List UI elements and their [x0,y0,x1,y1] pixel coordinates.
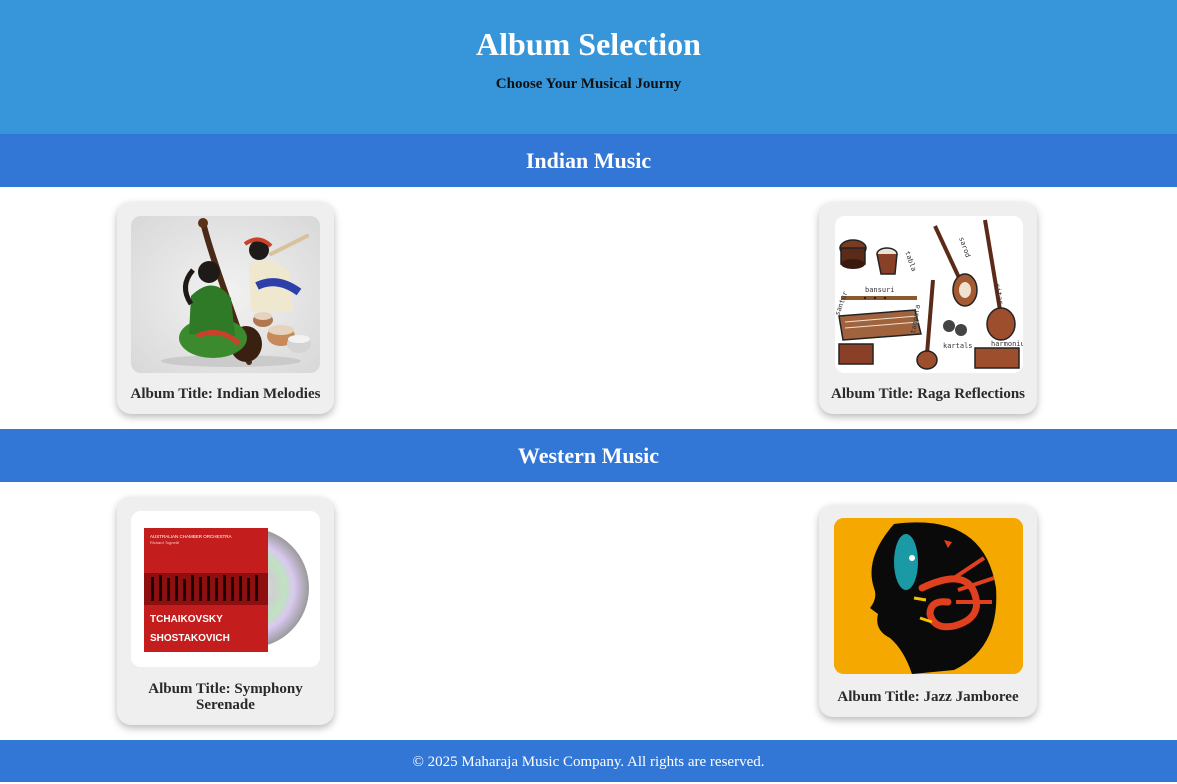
svg-text:AUSTRALIAN CHAMBER ORCHESTRA: AUSTRALIAN CHAMBER ORCHESTRA [150,534,232,539]
svg-text:harmonium: harmonium [991,340,1023,348]
page-subtitle: Choose Your Musical Journy [495,76,682,92]
svg-text:kartals: kartals [943,342,973,350]
album-title-indian-melodies: Album Title: Indian Melodies [130,386,321,402]
album-cover-indian-melodies [131,216,320,373]
album-cover-raga-reflections: tabla sarod sitar bansuri santur tanpura [835,216,1023,373]
album-cover-symphony-serenade: AUSTRALIAN CHAMBER ORCHESTRA Richard Tog… [131,511,320,667]
svg-text:SHOSTAKOVICH: SHOSTAKOVICH [150,633,230,644]
album-title-raga-reflections: Album Title: Raga Reflections [830,386,1026,402]
section-heading-western-music: Western Music [0,429,1177,482]
svg-text:TCHAIKOVSKY: TCHAIKOVSKY [150,614,223,625]
svg-text:Richard Tognetti: Richard Tognetti [150,540,179,545]
copyright-text: © 2025 Maharaja Music Company. All right… [412,754,765,770]
album-card-jazz-jamboree[interactable]: Album Title: Jazz Jamboree [819,505,1037,717]
section-heading-indian-music: Indian Music [0,134,1177,187]
album-card-indian-melodies[interactable]: Album Title: Indian Melodies [117,202,334,414]
album-title-symphony-serenade: Album Title: Symphony Serenade [148,681,303,713]
page-footer: © 2025 Maharaja Music Company. All right… [0,740,1177,782]
svg-text:bansuri: bansuri [865,286,895,294]
album-title-jazz-jamboree: Album Title: Jazz Jamboree [837,689,1019,705]
album-cover-jazz-jamboree [834,518,1023,674]
page-title: Album Selection [476,26,701,62]
page-header: Album Selection Choose Your Musical Jour… [0,0,1177,134]
album-card-raga-reflections[interactable]: tabla sarod sitar bansuri santur tanpura [819,202,1037,414]
album-card-symphony-serenade[interactable]: AUSTRALIAN CHAMBER ORCHESTRA Richard Tog… [117,497,334,725]
